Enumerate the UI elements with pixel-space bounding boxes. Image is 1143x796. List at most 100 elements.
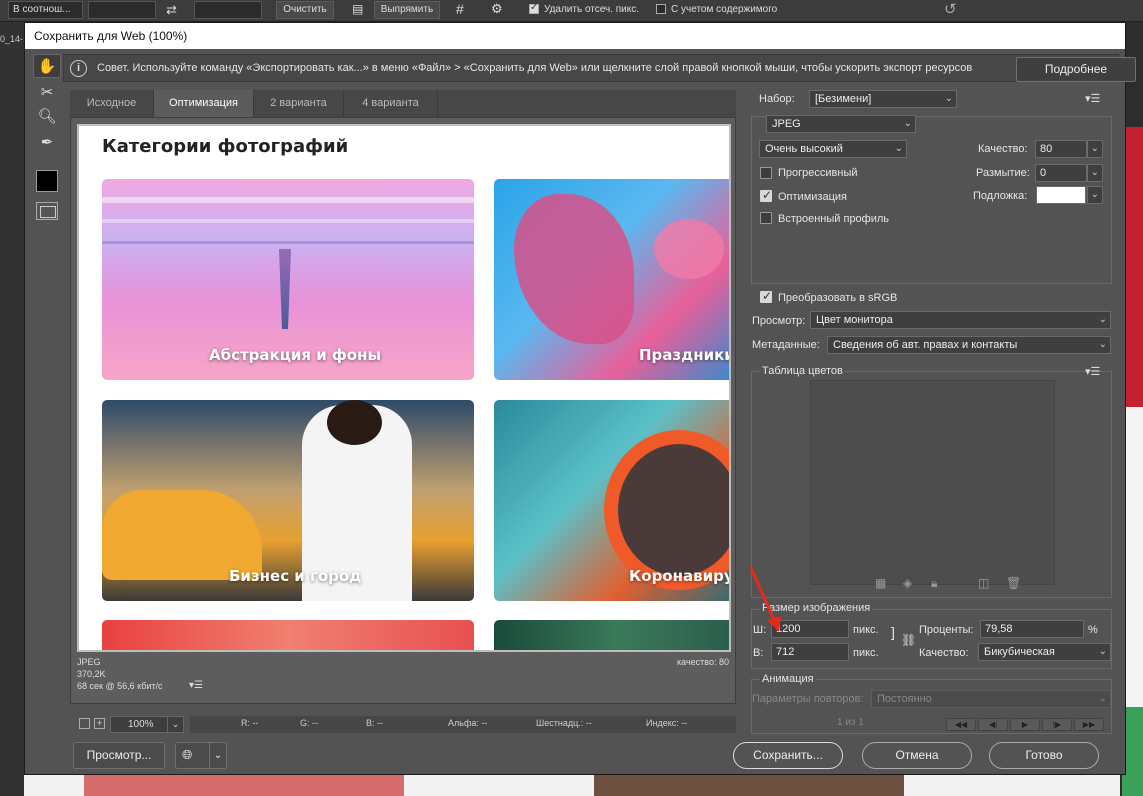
document-tab[interactable]: 0_14- <box>0 34 23 44</box>
reset-icon[interactable]: ↺ <box>944 0 957 18</box>
dialog-title: Сохранить для Web (100%) <box>25 23 1125 49</box>
card-abstract[interactable]: Абстракция и фоны <box>102 179 474 380</box>
optimized-checkbox[interactable] <box>760 188 772 202</box>
cube-icon[interactable]: ◈ <box>903 576 912 590</box>
cancel-button[interactable]: Отмена <box>862 742 972 769</box>
chevron-down-icon: ⌄ <box>1098 339 1107 350</box>
progressive-checkbox[interactable] <box>760 167 772 179</box>
preview-select[interactable]: Цвет монитора ⌄ <box>810 311 1111 329</box>
gear-icon[interactable]: ⚙ <box>491 1 503 17</box>
browser-select-button[interactable]: 🌐︎ ⌄ <box>175 742 227 769</box>
quality-label: Качество: <box>978 143 1028 155</box>
quality-slider-button[interactable]: ⌄ <box>1087 140 1103 158</box>
preset-select[interactable]: [Безимени] ⌄ <box>809 90 957 108</box>
card-label: Праздники <box>639 346 731 364</box>
image-size-label: Размер изображения <box>760 602 873 614</box>
content-aware-label: С учетом содержимого <box>671 4 778 15</box>
zoom-out-icon[interactable] <box>79 718 90 729</box>
blur-slider-button[interactable]: ⌄ <box>1087 164 1103 182</box>
lock-icon[interactable]: 🔒︎ <box>931 576 937 591</box>
next-frame-button[interactable]: |▶ <box>1042 718 1072 731</box>
quality-input[interactable]: 80 <box>1035 140 1087 158</box>
zoom-in-icon[interactable]: + <box>94 718 105 729</box>
resample-value: Бикубическая <box>984 646 1055 658</box>
height-input[interactable]: 712 <box>771 643 849 661</box>
web-snap-icon[interactable]: ▦ <box>875 576 886 590</box>
card-business[interactable]: Бизнес и город <box>102 400 474 601</box>
blur-input[interactable]: 0 <box>1035 164 1087 182</box>
height-label: В: <box>753 647 764 659</box>
download-speed-menu-icon[interactable]: ▾☰ <box>189 680 203 691</box>
save-for-web-dialog: Сохранить для Web (100%) ✋ ✂ 🔍︎ ✒ i Сове… <box>24 22 1136 775</box>
color-table-label: Таблица цветов <box>760 365 845 377</box>
info-format: JPEG <box>77 657 101 667</box>
resample-dropdown[interactable]: В соотнош... <box>8 1 83 19</box>
color-table-menu-icon[interactable]: ▾☰ <box>1085 365 1100 378</box>
width-input[interactable]: 1200 <box>771 620 849 638</box>
readout-g: G: -- <box>300 718 318 728</box>
zoom-tool-icon[interactable]: 🔍︎ <box>33 105 61 129</box>
card-holidays[interactable]: Праздники <box>494 179 731 380</box>
quality-preset-value: Очень высокий <box>765 143 843 155</box>
save-button[interactable]: Сохранить... <box>733 742 843 769</box>
preview-value: Цвет монитора <box>816 314 893 326</box>
preset-menu-icon[interactable]: ▾☰ <box>1085 92 1100 105</box>
readout-index: Индекс: -- <box>646 718 688 728</box>
straighten-icon[interactable]: ▤ <box>352 2 363 16</box>
format-select[interactable]: JPEG ⌄ <box>766 115 916 133</box>
metadata-label: Метаданные: <box>752 339 820 351</box>
matte-label: Подложка: <box>973 190 1028 202</box>
metadata-select[interactable]: Сведения об авт. правах и контакты ⌄ <box>827 336 1111 354</box>
matte-color-swatch[interactable] <box>1036 186 1086 204</box>
card-partial-1[interactable] <box>102 620 474 652</box>
tab-optimized[interactable]: Оптимизация <box>154 90 254 117</box>
card-partial-2[interactable] <box>494 620 731 652</box>
slice-select-tool-icon[interactable]: ✂ <box>33 81 61 105</box>
photoshop-left-strip: 0_14- <box>0 22 24 796</box>
straighten-button[interactable]: Выпрямить <box>374 1 440 19</box>
embed-profile-checkbox[interactable] <box>760 212 772 224</box>
progressive-label: Прогрессивный <box>778 167 858 179</box>
blur-label: Размытие: <box>976 167 1030 179</box>
percent-input[interactable]: 79,58 <box>980 620 1084 638</box>
grid-overlay-icon[interactable]: # <box>456 1 464 17</box>
view-tabs: Исходное Оптимизация 2 варианта 4 вариан… <box>70 90 736 117</box>
card-coronavirus[interactable]: Коронавирус <box>494 400 731 601</box>
new-color-icon[interactable]: ◫ <box>978 576 989 590</box>
clear-button[interactable]: Очистить <box>276 1 334 19</box>
resample-quality-label: Качество: <box>919 647 969 659</box>
ratio-height-field[interactable] <box>194 1 262 19</box>
tab-4-up[interactable]: 4 варианта <box>344 90 438 117</box>
optimized-preview[interactable]: Категории фотографий Абстракция и фоны П… <box>77 124 731 652</box>
photoshop-options-bar: В соотнош... ⇄ Очистить ▤ Выпрямить # ⚙ … <box>0 0 1143 22</box>
tab-original[interactable]: Исходное <box>70 90 154 117</box>
toggle-slices-icon[interactable] <box>36 202 58 220</box>
height-unit: пикс. <box>853 647 879 659</box>
preview-in-browser-button[interactable]: Просмотр... <box>73 742 165 769</box>
ratio-width-field[interactable] <box>88 1 156 19</box>
done-button[interactable]: Готово <box>989 742 1099 769</box>
color-table-area[interactable] <box>810 380 1055 585</box>
resample-select[interactable]: Бикубическая ⌄ <box>978 643 1111 661</box>
first-frame-button[interactable]: ◀◀ <box>946 718 976 731</box>
quality-preset-select[interactable]: Очень высокий ⌄ <box>759 140 907 158</box>
readout-b: B: -- <box>366 718 383 728</box>
loop-select[interactable]: Постоянно ⌄ <box>871 690 1111 708</box>
hand-tool-icon[interactable]: ✋ <box>33 54 61 78</box>
eyedropper-tool-icon[interactable]: ✒ <box>33 131 61 155</box>
play-button[interactable]: ▶ <box>1010 718 1040 731</box>
tab-2-up[interactable]: 2 варианта <box>254 90 344 117</box>
tip-text: Совет. Используйте команду «Экспортирова… <box>97 62 973 74</box>
zoom-level-select[interactable]: 100% ⌄ <box>110 716 184 733</box>
trash-icon[interactable]: 🗑︎ <box>1006 576 1021 590</box>
swap-icon[interactable]: ⇄ <box>166 2 177 18</box>
last-frame-button[interactable]: ▶▶ <box>1074 718 1104 731</box>
link-icon[interactable]: ⛓ <box>901 633 916 647</box>
convert-srgb-checkbox[interactable] <box>760 289 772 303</box>
previous-frame-button[interactable]: ◀| <box>978 718 1008 731</box>
delete-cropped-checkbox[interactable] <box>529 2 539 14</box>
matte-select[interactable]: ⌄ <box>1087 186 1103 204</box>
eyedropper-color-swatch[interactable] <box>36 170 58 192</box>
more-info-button[interactable]: Подробнее <box>1016 57 1136 82</box>
content-aware-checkbox[interactable] <box>656 4 666 14</box>
